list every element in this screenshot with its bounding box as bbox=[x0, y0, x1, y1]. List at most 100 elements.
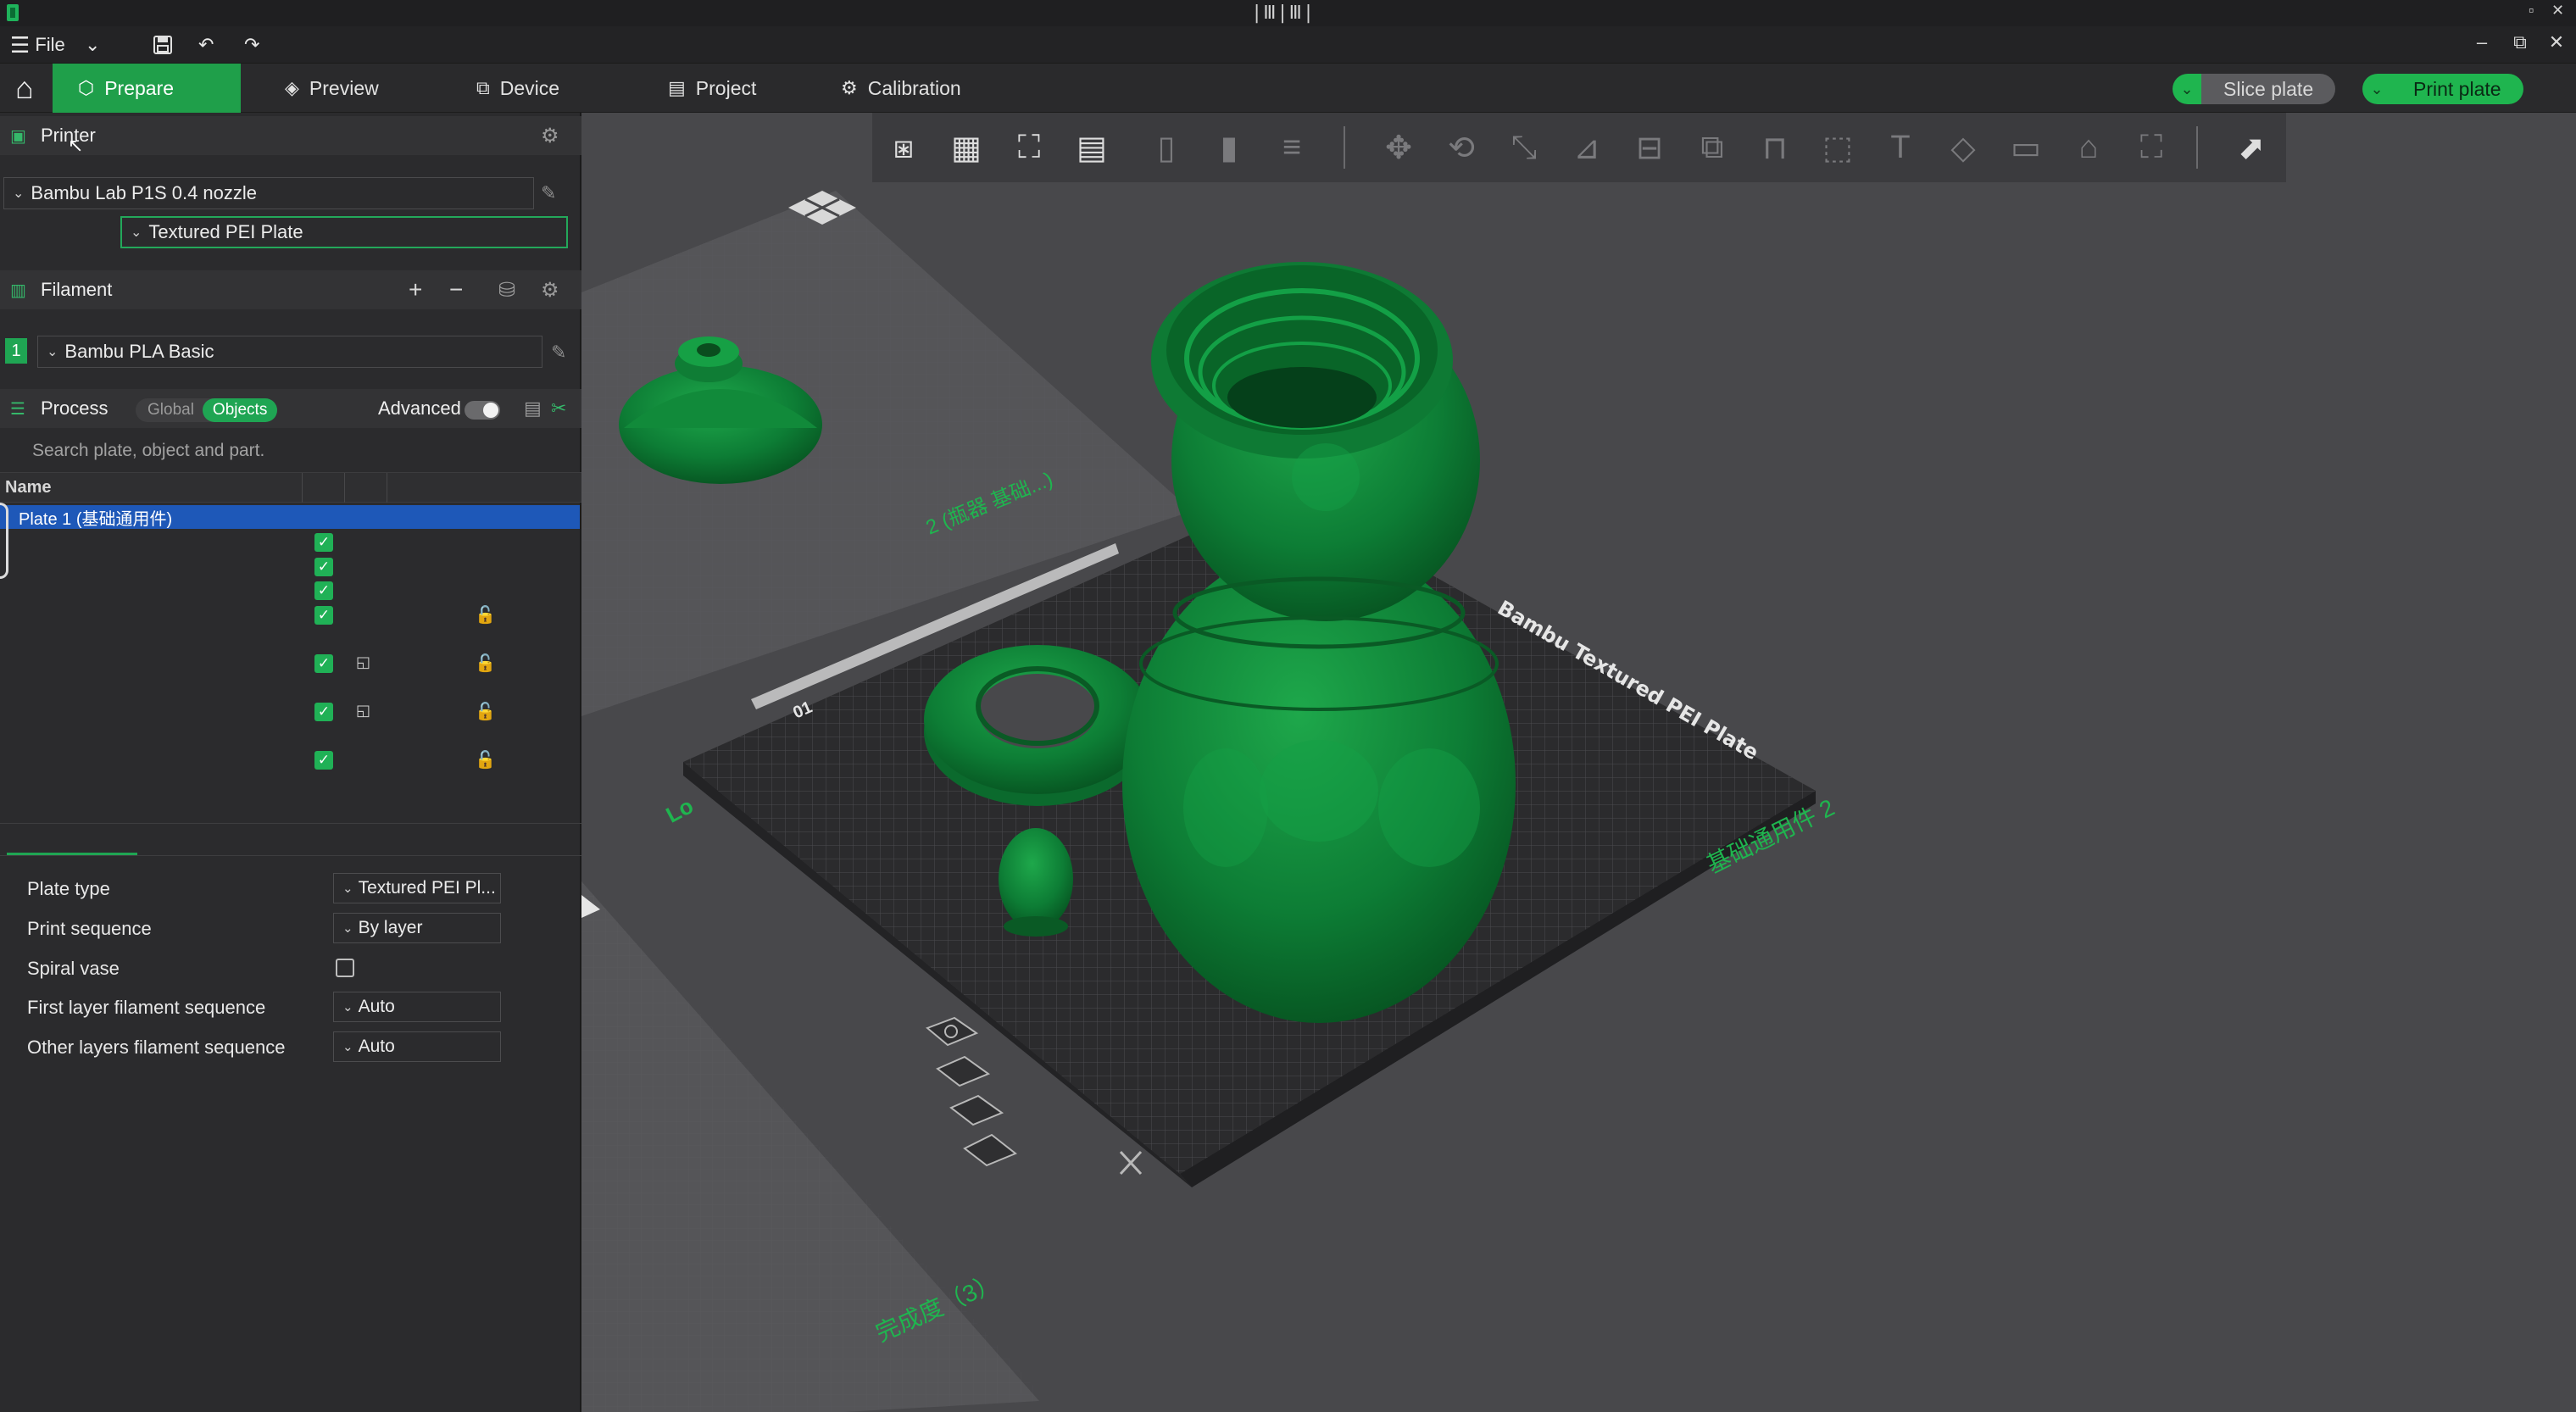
filament-sync-icon[interactable]: ⛁ bbox=[498, 278, 515, 303]
minimize-icon[interactable]: – bbox=[2467, 31, 2497, 53]
tab-project[interactable]: ▤ Project bbox=[643, 64, 782, 113]
advanced-toggle[interactable] bbox=[465, 401, 500, 420]
object-visible-checkbox[interactable]: ✓ bbox=[314, 533, 333, 552]
chevron-down-icon: ⌄ bbox=[131, 225, 142, 240]
cut-icon[interactable]: ⊟ bbox=[1625, 123, 1674, 172]
chevron-down-icon: ⌄ bbox=[13, 186, 25, 201]
auto-orient-icon[interactable]: ⛶ bbox=[1004, 123, 1054, 172]
view-switch-icon[interactable]: ⬈ bbox=[2227, 123, 2276, 172]
print-sequence-value: By layer bbox=[358, 918, 423, 937]
lock-icon[interactable]: 🔓 bbox=[475, 604, 496, 625]
scene-canvas[interactable] bbox=[581, 113, 2576, 1412]
print-sequence-combo[interactable]: ⌄ By layer bbox=[333, 913, 501, 943]
cube-icon: ⬡ bbox=[78, 77, 95, 98]
lay-on-face-icon[interactable]: ⊿ bbox=[1562, 123, 1611, 172]
mode-objects-option[interactable]: Objects bbox=[202, 398, 278, 422]
printer-icon: ▣ bbox=[10, 126, 26, 146]
resize-handle[interactable] bbox=[0, 503, 8, 579]
lock-icon[interactable]: 🔓 bbox=[475, 749, 496, 770]
layers-icon[interactable]: ≡ bbox=[1267, 123, 1316, 172]
split-layout-icon[interactable]: ▤ bbox=[1067, 123, 1116, 172]
measure-icon[interactable]: ▭ bbox=[2001, 123, 2050, 172]
spiral-vase-checkbox[interactable] bbox=[336, 959, 354, 977]
filament-select[interactable]: ⌄ Bambu PLA Basic bbox=[37, 336, 542, 368]
object-visible-checkbox[interactable]: ✓ bbox=[314, 606, 333, 625]
object-visible-checkbox[interactable]: ✓ bbox=[314, 654, 333, 673]
gourd-vase-model[interactable] bbox=[1122, 262, 1516, 1023]
print-plate-button[interactable]: Print plate bbox=[2391, 74, 2523, 104]
compare-icon[interactable]: ✂ bbox=[551, 397, 566, 420]
plate-row-selected[interactable]: Plate 1 (基础通用件) bbox=[0, 505, 580, 529]
boolean-icon[interactable]: ⧉ bbox=[1688, 123, 1737, 172]
chevron-down-icon[interactable]: ⌄ bbox=[85, 31, 100, 58]
tab-calibration-label: Calibration bbox=[867, 76, 961, 99]
printer-select[interactable]: ⌄ Bambu Lab P1S 0.4 nozzle bbox=[3, 177, 534, 209]
maximize-icon[interactable]: ⧉ bbox=[2505, 31, 2535, 53]
column-divider bbox=[302, 473, 303, 503]
home-icon[interactable]: ⌂ bbox=[0, 64, 49, 113]
chevron-down-icon: ⌄ bbox=[342, 881, 353, 896]
filament-settings-gear-icon[interactable]: ⚙ bbox=[541, 278, 559, 303]
add-object-icon[interactable]: ⧆ bbox=[879, 123, 928, 172]
redo-icon[interactable]: ↷ bbox=[244, 31, 259, 58]
close-icon[interactable]: ✕ bbox=[2541, 31, 2572, 53]
object-search-input[interactable]: Search plate, object and part. bbox=[0, 434, 581, 468]
list-view-icon[interactable]: ▤ bbox=[524, 397, 542, 420]
3d-viewport[interactable]: Bambu Textured PEI Plate 01 基础通用件 2 2 (瓶… bbox=[581, 113, 2576, 1412]
object-icon[interactable]: ▯ bbox=[1142, 123, 1191, 172]
seam-paint-icon[interactable]: ⬚ bbox=[1813, 123, 1862, 172]
arrange-grid-icon[interactable]: ▦ bbox=[942, 123, 991, 172]
printer-edit-icon[interactable]: ✎ bbox=[541, 182, 556, 204]
slice-dropdown-icon[interactable]: ⌄ bbox=[2173, 74, 2201, 104]
text-icon[interactable]: T bbox=[1876, 123, 1925, 172]
main-menu-button[interactable]: ☰ File bbox=[10, 31, 65, 58]
close-mini-icon[interactable]: ✕ bbox=[2551, 2, 2564, 19]
object-visible-checkbox[interactable]: ✓ bbox=[314, 581, 333, 600]
color-paint-icon[interactable]: ◇ bbox=[1939, 123, 1988, 172]
plate-type-select[interactable]: ⌄ Textured PEI Plate bbox=[120, 216, 568, 248]
tab-preview-label: Preview bbox=[309, 76, 379, 99]
scale-icon[interactable]: ⤡ bbox=[1499, 123, 1549, 172]
plate-grid-icon[interactable] bbox=[788, 191, 856, 225]
part-settings-icon[interactable]: ◱ bbox=[356, 653, 370, 671]
tab-preview[interactable]: ◈ Preview bbox=[259, 64, 404, 113]
restore-mini-icon[interactable]: ▫ bbox=[2529, 2, 2534, 19]
other-layers-sequence-label: Other layers filament sequence bbox=[27, 1037, 286, 1058]
support-paint-icon[interactable]: ⊓ bbox=[1750, 123, 1800, 172]
rotate-icon[interactable]: ⟲ bbox=[1437, 123, 1486, 172]
window-title: |Ⅲ|Ⅲ| bbox=[1251, 3, 1316, 24]
gauge-icon: ⚙ bbox=[841, 77, 858, 98]
other-layers-sequence-combo[interactable]: ⌄ Auto bbox=[333, 1031, 501, 1062]
slice-plate-button[interactable]: Slice plate bbox=[2201, 74, 2336, 104]
tab-prepare[interactable]: ⬡ Prepare bbox=[53, 64, 241, 113]
print-dropdown-icon[interactable]: ⌄ bbox=[2362, 74, 2391, 104]
add-filament-button[interactable]: + bbox=[409, 276, 422, 303]
part-settings-icon[interactable]: ◱ bbox=[356, 702, 370, 720]
undo-icon[interactable]: ↶ bbox=[198, 31, 214, 58]
remove-filament-button[interactable]: − bbox=[449, 276, 463, 303]
chevron-down-icon: ⌄ bbox=[47, 345, 58, 359]
lock-icon[interactable]: 🔓 bbox=[475, 653, 496, 674]
tab-calibration[interactable]: ⚙ Calibration bbox=[815, 64, 987, 113]
printer-settings-gear-icon[interactable]: ⚙ bbox=[541, 124, 559, 148]
lock-icon[interactable]: 🔓 bbox=[475, 701, 496, 722]
print-sequence-label: Print sequence bbox=[27, 918, 152, 939]
process-mode-switch[interactable]: Global Objects bbox=[136, 398, 278, 422]
ring-model[interactable] bbox=[924, 645, 1151, 806]
filament-edit-icon[interactable]: ✎ bbox=[551, 342, 566, 364]
save-icon[interactable] bbox=[153, 31, 173, 58]
object-visible-checkbox[interactable]: ✓ bbox=[314, 703, 333, 721]
mode-global-option[interactable]: Global bbox=[136, 401, 203, 420]
move-icon[interactable]: ✥ bbox=[1374, 123, 1423, 172]
assembly-icon[interactable]: ⌂ bbox=[2064, 123, 2113, 172]
object-visible-checkbox[interactable]: ✓ bbox=[314, 558, 333, 576]
part-icon[interactable]: ▮ bbox=[1205, 123, 1254, 172]
slice-plate-group: ⌄ Slice plate bbox=[2173, 74, 2336, 104]
other-layers-sequence-value: Auto bbox=[358, 1037, 395, 1056]
first-layer-sequence-combo[interactable]: ⌄ Auto bbox=[333, 992, 501, 1022]
process-icon: ☰ bbox=[10, 399, 25, 419]
plate-type-combo[interactable]: ⌄ Textured PEI Pl... bbox=[333, 873, 501, 903]
tab-device[interactable]: ⧉ Device bbox=[451, 64, 585, 113]
object-visible-checkbox[interactable]: ✓ bbox=[314, 751, 333, 770]
fit-icon[interactable]: ⛶ bbox=[2127, 123, 2176, 172]
